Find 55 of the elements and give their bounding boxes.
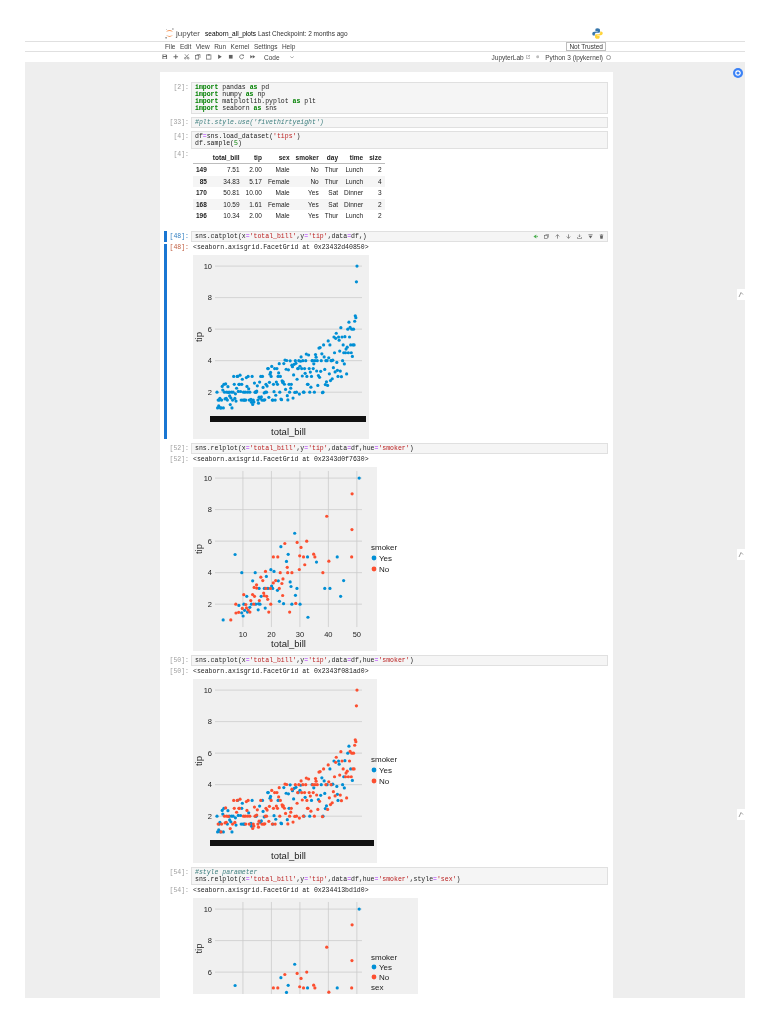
data-point [327,990,331,994]
legend-label: No [379,776,390,786]
triangle-bar-icon[interactable] [588,234,593,239]
legend-label: No [379,564,390,574]
restart-icon[interactable] [239,54,245,60]
side-tab-icon[interactable] [737,289,745,300]
x-axis-label: total_bill [271,849,306,860]
caret-icon [289,55,294,59]
paste-icon[interactable] [206,54,212,60]
arrow-up-icon[interactable] [555,234,560,239]
legend-title: smoker [371,952,398,962]
tray-arrow-icon[interactable] [577,234,582,239]
circle-badge-icon[interactable] [733,68,743,78]
x-axis-label: total_bill [271,425,306,436]
y-axis-label: tip [193,543,204,554]
save-icon[interactable] [162,54,168,60]
data-point [233,983,237,987]
y-axis-label: tip [193,943,204,953]
side-tab-icon[interactable] [737,549,745,560]
logo-wordmark: jupyter [176,28,200,38]
dot-icon[interactable] [535,55,540,59]
y-axis-label: tip [193,331,204,342]
legend-title: smoker [371,542,398,552]
legend-label: Yes [379,962,392,972]
cut-icon[interactable] [184,54,190,60]
copy-icon[interactable] [544,234,549,239]
arrow-down-icon[interactable] [566,234,571,239]
legend-title: sex [371,982,384,992]
x-axis-label: total_bill [271,637,306,648]
copy-icon[interactable] [195,54,201,60]
data-point [357,907,361,911]
data-point [284,990,289,994]
stop-icon[interactable] [228,54,234,60]
trash-icon[interactable] [599,234,604,239]
data-point [350,958,354,962]
legend-label: Yes [379,765,393,775]
legend-label: No [379,972,390,982]
logo-icon [165,27,174,39]
legend-title: smoker [371,754,398,764]
kernel-logo-icon [592,27,603,39]
external-link-icon [525,55,530,59]
triangle-icon[interactable] [533,234,538,239]
data-point [325,945,329,949]
data-point [286,983,290,987]
fast-forward-icon[interactable] [250,54,256,60]
data-point [293,962,297,966]
y-axis-label: tip [193,755,204,766]
side-tab-icon[interactable] [737,809,745,820]
run-icon[interactable] [217,54,223,60]
legend-label: Yes [379,553,393,563]
data-point [335,985,339,989]
data-point [350,985,354,989]
data-point [350,922,354,926]
data-point [305,970,309,974]
add-icon[interactable] [173,54,179,60]
